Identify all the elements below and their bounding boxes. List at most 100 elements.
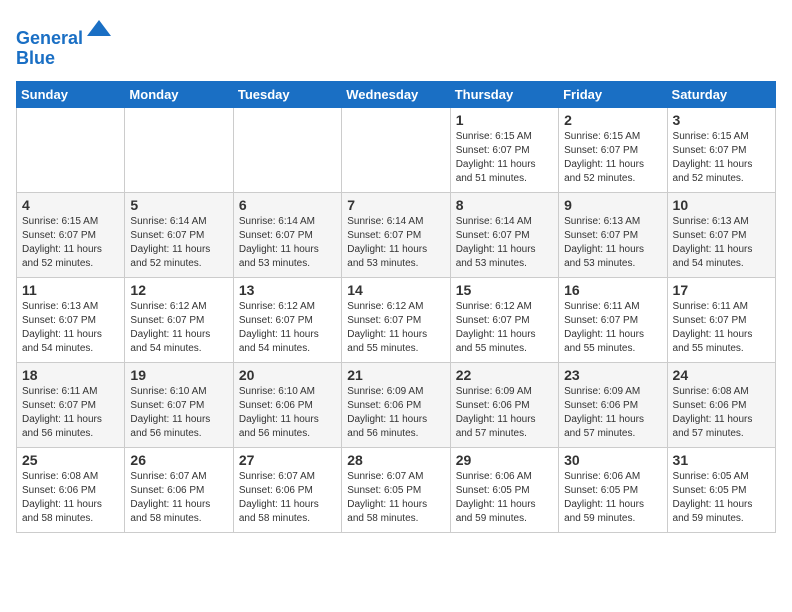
logo-blue: Blue [16, 48, 55, 68]
day-number: 16 [564, 282, 661, 298]
day-cell [17, 107, 125, 192]
day-cell [233, 107, 341, 192]
day-info: Sunrise: 6:09 AM Sunset: 6:06 PM Dayligh… [456, 385, 553, 441]
logo-general: General [16, 28, 83, 48]
day-info: Sunrise: 6:08 AM Sunset: 6:06 PM Dayligh… [22, 470, 119, 526]
day-cell: 11Sunrise: 6:13 AM Sunset: 6:07 PM Dayli… [17, 277, 125, 362]
day-number: 31 [673, 452, 770, 468]
day-cell: 25 Sunrise: 6:08 AM Sunset: 6:06 PM Dayli… [17, 447, 125, 532]
day-number: 8 [456, 197, 553, 213]
weekday-friday: Friday [559, 81, 667, 107]
week-row-1: 1 Sunrise: 6:15 AM Sunset: 6:07 PM Daylig… [17, 107, 776, 192]
day-info: Sunrise: 6:11 AM Sunset: 6:07 PM Dayligh… [673, 300, 770, 356]
day-info: Sunrise: 6:05 AM Sunset: 6:05 PM Dayligh… [673, 470, 770, 526]
day-cell: 26Sunrise: 6:07 AM Sunset: 6:06 PM Dayli… [125, 447, 233, 532]
day-cell: 20 Sunrise: 6:10 AM Sunset: 6:06 PM Dayli… [233, 362, 341, 447]
day-number: 10 [673, 197, 770, 213]
day-info: Sunrise: 6:14 AM Sunset: 6:07 PM Dayligh… [347, 215, 444, 271]
day-info: Sunrise: 6:12 AM Sunset: 6:07 PM Dayligh… [456, 300, 553, 356]
day-number: 4 [22, 197, 119, 213]
day-number: 5 [130, 197, 227, 213]
day-info: Sunrise: 6:09 AM Sunset: 6:06 PM Dayligh… [564, 385, 661, 441]
day-number: 30 [564, 452, 661, 468]
week-row-5: 25 Sunrise: 6:08 AM Sunset: 6:06 PM Dayli… [17, 447, 776, 532]
weekday-wednesday: Wednesday [342, 81, 450, 107]
day-info: Sunrise: 6:14 AM Sunset: 6:07 PM Dayligh… [130, 215, 227, 271]
day-cell: 16 Sunrise: 6:11 AM Sunset: 6:07 PM Dayli… [559, 277, 667, 362]
day-number: 22 [456, 367, 553, 383]
day-info: Sunrise: 6:06 AM Sunset: 6:05 PM Dayligh… [564, 470, 661, 526]
day-info: Sunrise: 6:09 AM Sunset: 6:06 PM Dayligh… [347, 385, 444, 441]
calendar-table: SundayMondayTuesdayWednesdayThursdayFrid… [16, 81, 776, 533]
day-info: Sunrise: 6:14 AM Sunset: 6:07 PM Dayligh… [456, 215, 553, 271]
day-number: 23 [564, 367, 661, 383]
day-number: 28 [347, 452, 444, 468]
weekday-thursday: Thursday [450, 81, 558, 107]
day-info: Sunrise: 6:07 AM Sunset: 6:05 PM Dayligh… [347, 470, 444, 526]
day-cell: 6 Sunrise: 6:14 AM Sunset: 6:07 PM Daylig… [233, 192, 341, 277]
day-number: 15 [456, 282, 553, 298]
day-info: Sunrise: 6:13 AM Sunset: 6:07 PM Dayligh… [564, 215, 661, 271]
day-number: 18 [22, 367, 119, 383]
day-number: 17 [673, 282, 770, 298]
day-cell: 8 Sunrise: 6:14 AM Sunset: 6:07 PM Daylig… [450, 192, 558, 277]
week-row-2: 4 Sunrise: 6:15 AM Sunset: 6:07 PM Daylig… [17, 192, 776, 277]
day-number: 2 [564, 112, 661, 128]
day-cell: 5 Sunrise: 6:14 AM Sunset: 6:07 PM Daylig… [125, 192, 233, 277]
day-cell [342, 107, 450, 192]
day-info: Sunrise: 6:15 AM Sunset: 6:07 PM Dayligh… [456, 130, 553, 186]
day-info: Sunrise: 6:15 AM Sunset: 6:07 PM Dayligh… [22, 215, 119, 271]
day-info: Sunrise: 6:14 AM Sunset: 6:07 PM Dayligh… [239, 215, 336, 271]
day-cell: 21 Sunrise: 6:09 AM Sunset: 6:06 PM Dayli… [342, 362, 450, 447]
day-cell: 14 Sunrise: 6:12 AM Sunset: 6:07 PM Dayli… [342, 277, 450, 362]
day-cell: 23 Sunrise: 6:09 AM Sunset: 6:06 PM Dayli… [559, 362, 667, 447]
day-info: Sunrise: 6:12 AM Sunset: 6:07 PM Dayligh… [130, 300, 227, 356]
day-number: 27 [239, 452, 336, 468]
day-number: 3 [673, 112, 770, 128]
day-cell: 1 Sunrise: 6:15 AM Sunset: 6:07 PM Daylig… [450, 107, 558, 192]
weekday-sunday: Sunday [17, 81, 125, 107]
day-cell: 7 Sunrise: 6:14 AM Sunset: 6:07 PM Daylig… [342, 192, 450, 277]
day-info: Sunrise: 6:12 AM Sunset: 6:07 PM Dayligh… [347, 300, 444, 356]
day-cell: 31 Sunrise: 6:05 AM Sunset: 6:05 PM Dayli… [667, 447, 775, 532]
day-info: Sunrise: 6:07 AM Sunset: 6:06 PM Dayligh… [130, 470, 227, 526]
weekday-monday: Monday [125, 81, 233, 107]
day-number: 9 [564, 197, 661, 213]
day-cell: 24Sunrise: 6:08 AM Sunset: 6:06 PM Dayli… [667, 362, 775, 447]
weekday-tuesday: Tuesday [233, 81, 341, 107]
day-number: 21 [347, 367, 444, 383]
day-info: Sunrise: 6:15 AM Sunset: 6:07 PM Dayligh… [564, 130, 661, 186]
day-number: 11 [22, 282, 119, 298]
day-info: Sunrise: 6:12 AM Sunset: 6:07 PM Dayligh… [239, 300, 336, 356]
day-number: 7 [347, 197, 444, 213]
day-number: 25 [22, 452, 119, 468]
day-cell: 13 Sunrise: 6:12 AM Sunset: 6:07 PM Dayli… [233, 277, 341, 362]
day-number: 13 [239, 282, 336, 298]
day-number: 20 [239, 367, 336, 383]
day-info: Sunrise: 6:07 AM Sunset: 6:06 PM Dayligh… [239, 470, 336, 526]
day-cell: 19Sunrise: 6:10 AM Sunset: 6:07 PM Dayli… [125, 362, 233, 447]
day-cell: 9 Sunrise: 6:13 AM Sunset: 6:07 PM Daylig… [559, 192, 667, 277]
logo: General Blue [16, 16, 113, 69]
week-row-3: 11Sunrise: 6:13 AM Sunset: 6:07 PM Dayli… [17, 277, 776, 362]
day-cell: 12Sunrise: 6:12 AM Sunset: 6:07 PM Dayli… [125, 277, 233, 362]
day-number: 14 [347, 282, 444, 298]
day-number: 1 [456, 112, 553, 128]
day-info: Sunrise: 6:15 AM Sunset: 6:07 PM Dayligh… [673, 130, 770, 186]
day-cell: 18 Sunrise: 6:11 AM Sunset: 6:07 PM Dayli… [17, 362, 125, 447]
day-info: Sunrise: 6:13 AM Sunset: 6:07 PM Dayligh… [673, 215, 770, 271]
logo-icon [85, 16, 113, 44]
page: General Blue SundayMondayTuesdayWednesda… [0, 0, 792, 549]
day-cell: 10 Sunrise: 6:13 AM Sunset: 6:07 PM Dayli… [667, 192, 775, 277]
day-number: 6 [239, 197, 336, 213]
day-info: Sunrise: 6:11 AM Sunset: 6:07 PM Dayligh… [564, 300, 661, 356]
day-info: Sunrise: 6:10 AM Sunset: 6:06 PM Dayligh… [239, 385, 336, 441]
weekday-header-row: SundayMondayTuesdayWednesdayThursdayFrid… [17, 81, 776, 107]
day-cell: 30 Sunrise: 6:06 AM Sunset: 6:05 PM Dayli… [559, 447, 667, 532]
logo-text: General Blue [16, 16, 113, 69]
day-cell [125, 107, 233, 192]
day-cell: 15 Sunrise: 6:12 AM Sunset: 6:07 PM Dayli… [450, 277, 558, 362]
day-cell: 17 Sunrise: 6:11 AM Sunset: 6:07 PM Dayli… [667, 277, 775, 362]
day-info: Sunrise: 6:11 AM Sunset: 6:07 PM Dayligh… [22, 385, 119, 441]
day-info: Sunrise: 6:10 AM Sunset: 6:07 PM Dayligh… [130, 385, 227, 441]
